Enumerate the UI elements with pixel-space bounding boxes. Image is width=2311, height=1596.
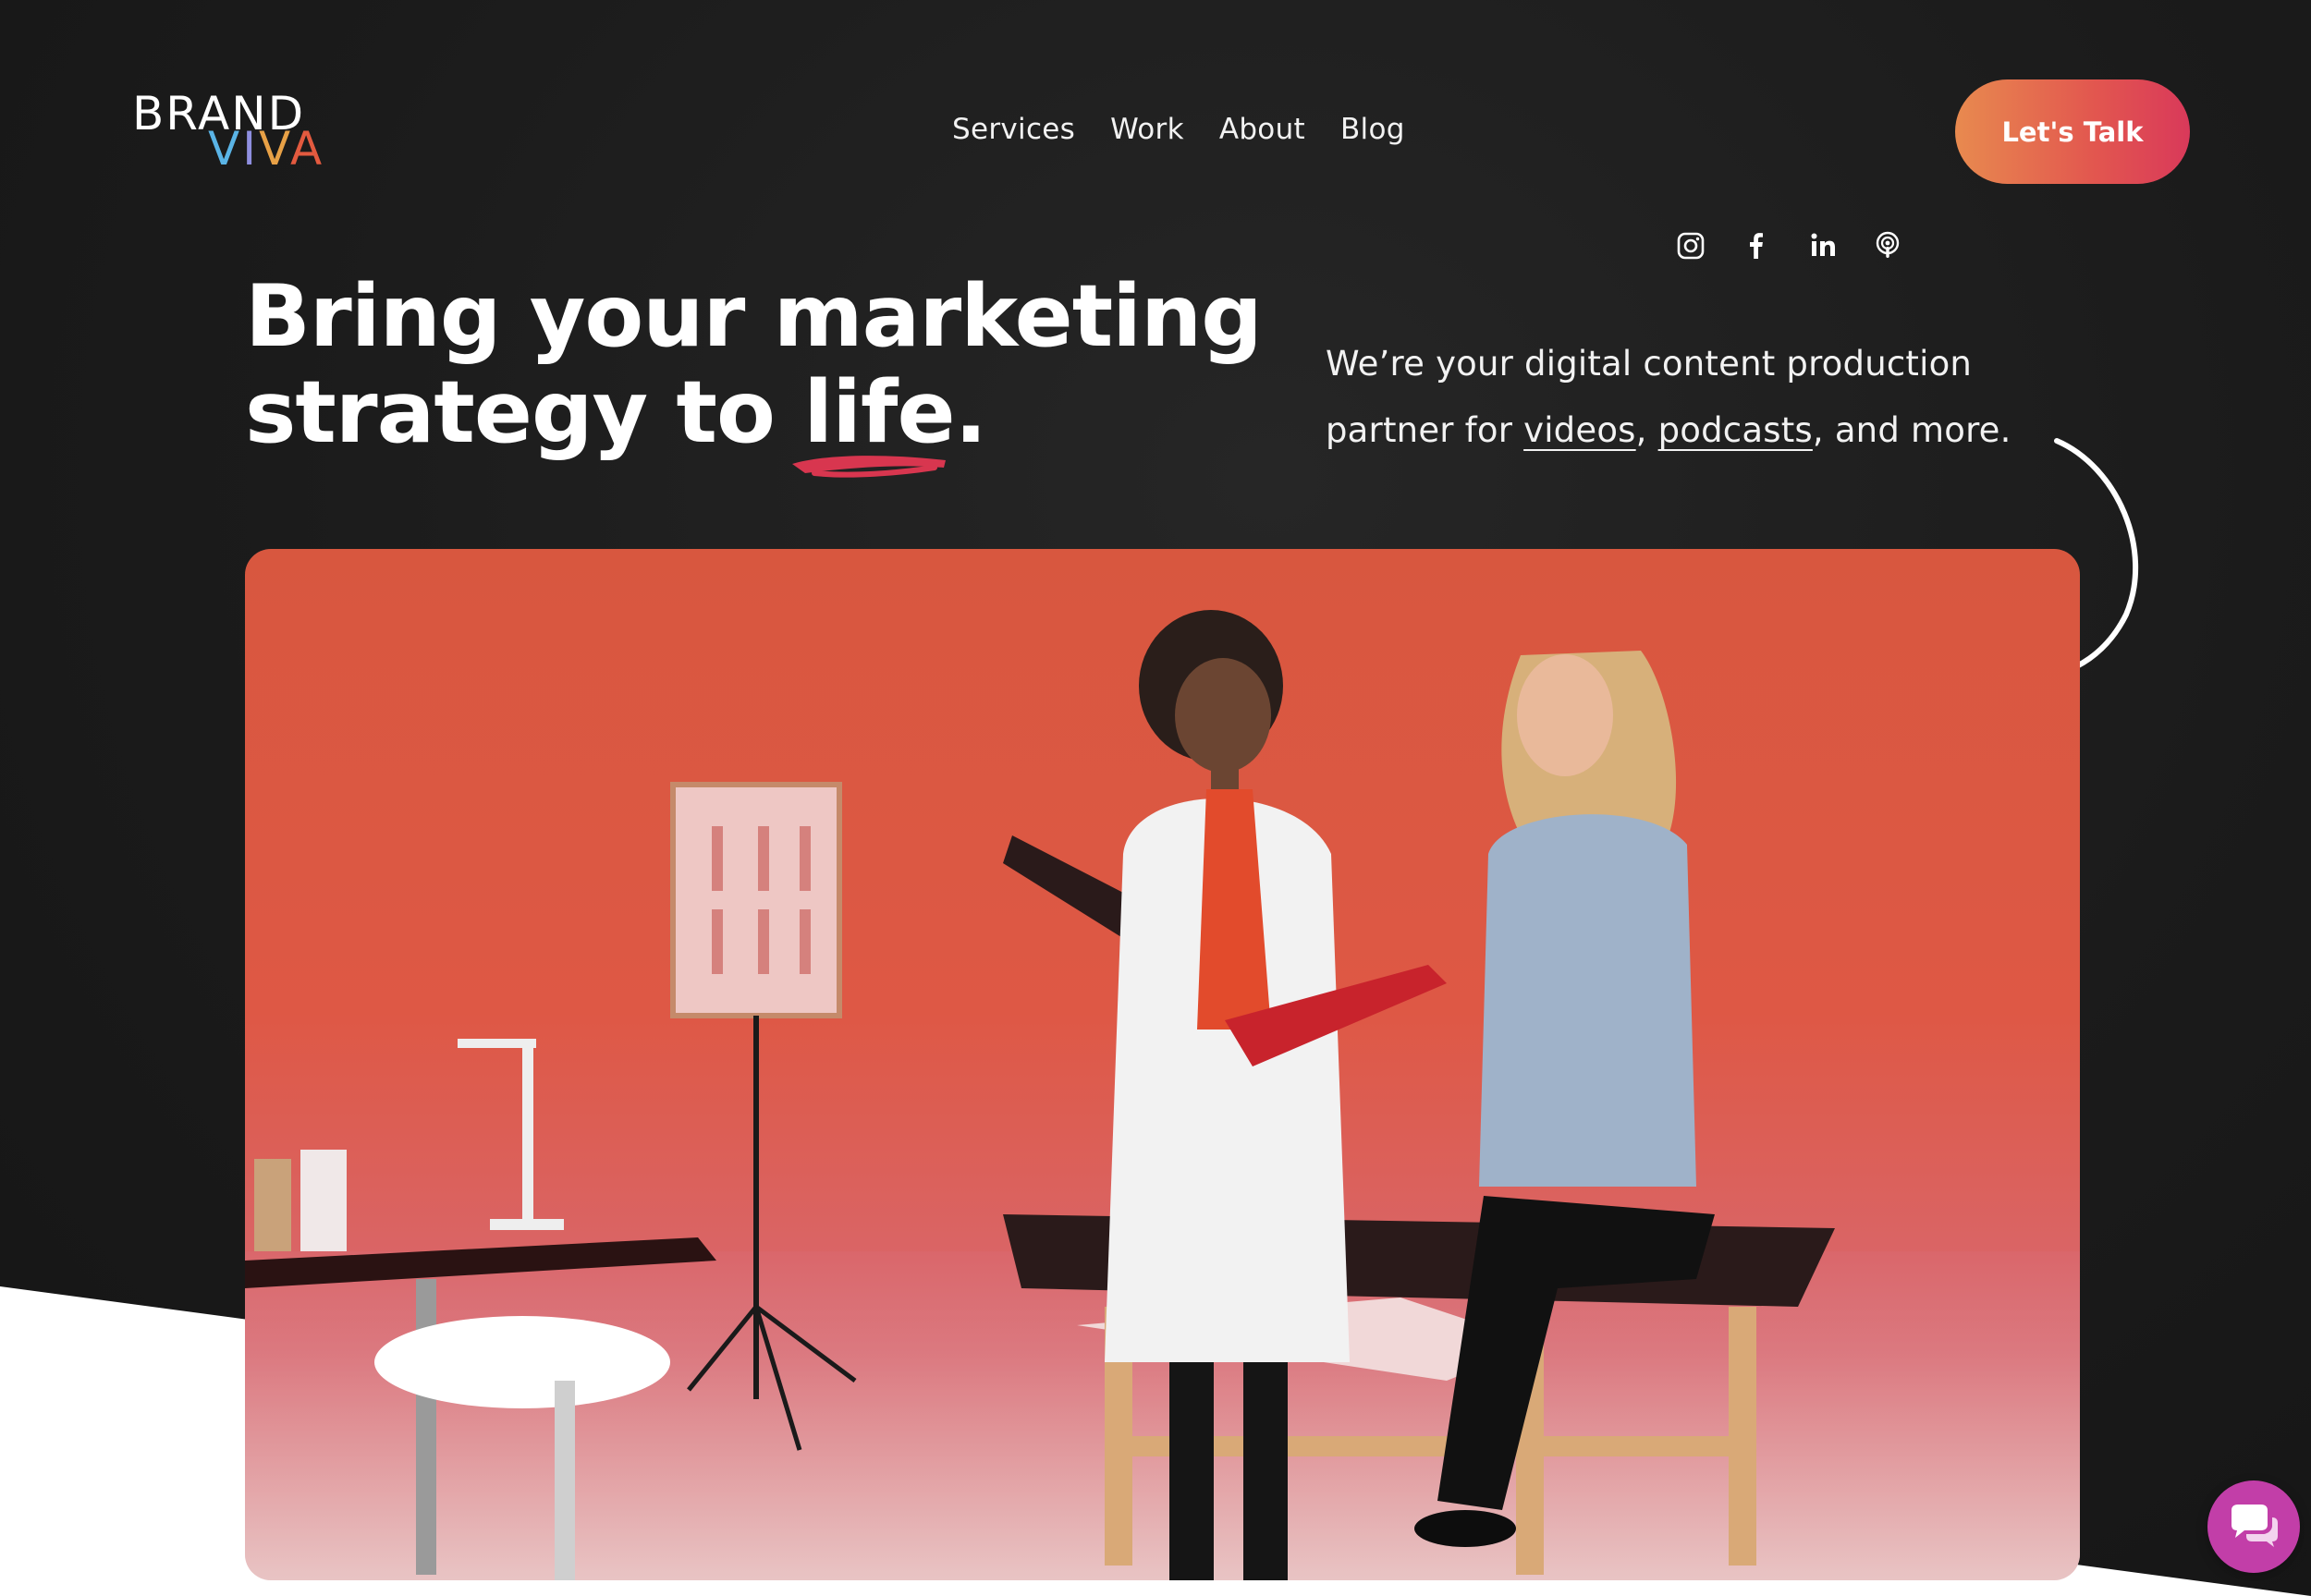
nav-item-about[interactable]: About: [1219, 113, 1305, 146]
doctor-patient-scene: [245, 610, 2080, 1580]
tagline: We’re your digital content production pa…: [1326, 331, 2065, 464]
nav-item-work[interactable]: Work: [1110, 113, 1184, 146]
headline-line-1: Bring your marketing: [245, 266, 1263, 366]
facebook-icon[interactable]: [1741, 230, 1772, 262]
chat-icon: [2232, 1505, 2278, 1547]
headline-period: .: [954, 362, 987, 462]
videos-link[interactable]: videos: [1523, 410, 1636, 450]
podcasts-link[interactable]: podcasts: [1658, 410, 1813, 450]
chat-widget-button[interactable]: [2207, 1480, 2300, 1573]
nav-item-blog[interactable]: Blog: [1340, 113, 1405, 146]
lets-talk-button[interactable]: Let's Talk: [1955, 79, 2190, 184]
underline-scribble: [792, 456, 947, 478]
tagline-text-2: ,: [1635, 410, 1658, 450]
linkedin-icon[interactable]: [1807, 230, 1839, 262]
main-nav: Services Work About Blog: [952, 113, 1405, 146]
nav-item-services[interactable]: Services: [952, 113, 1075, 146]
headline-highlight-wrap: life: [792, 364, 956, 478]
logo-viva-word: VIVA: [208, 122, 325, 176]
hero-video-image[interactable]: [245, 549, 2080, 1580]
brand-logo[interactable]: BRAND VIVA: [132, 91, 345, 174]
instagram-icon[interactable]: [1675, 230, 1706, 262]
page-title: Bring your marketing strategy to life.: [245, 266, 1263, 478]
tagline-text-3: , and more.: [1812, 410, 2011, 450]
podcast-icon[interactable]: [1872, 230, 1903, 262]
headline-line-2: strategy to: [245, 362, 804, 462]
